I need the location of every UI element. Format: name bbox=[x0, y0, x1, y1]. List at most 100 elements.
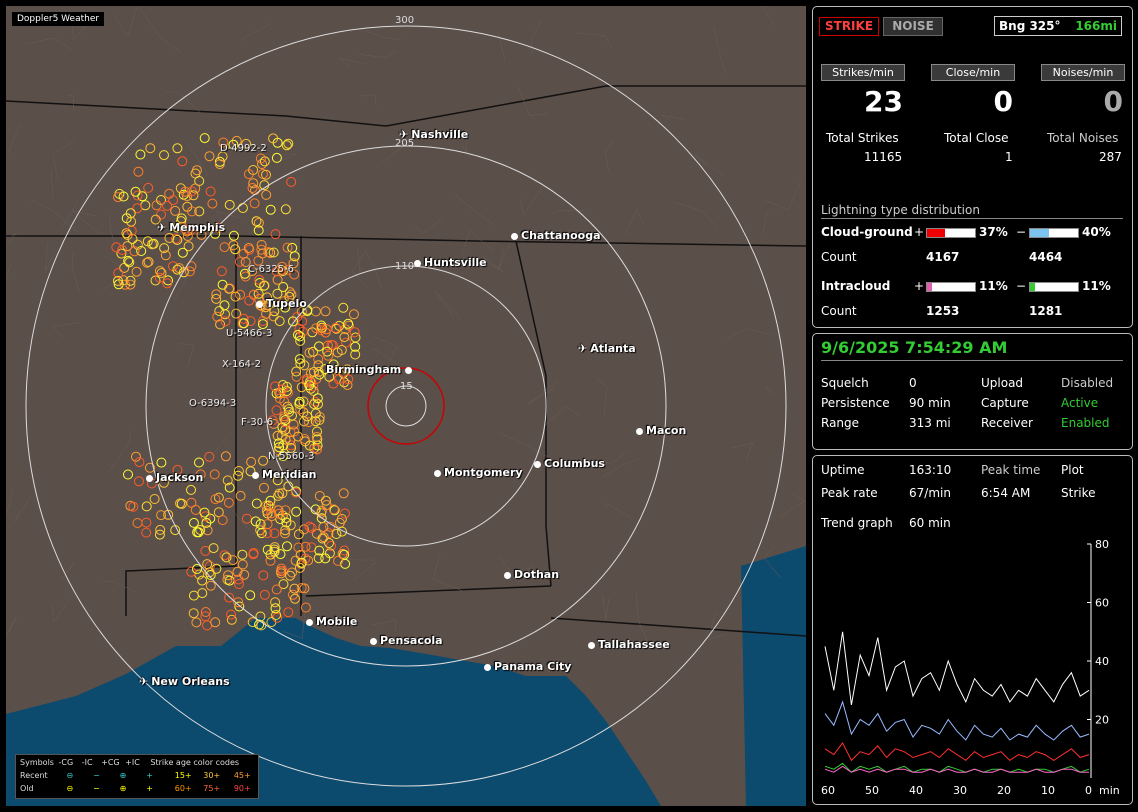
legend-recent-label: Recent bbox=[20, 771, 48, 780]
city-dothan[interactable]: Dothan bbox=[504, 568, 559, 581]
receiver-value[interactable]: Enabled bbox=[1061, 416, 1110, 430]
capture-value[interactable]: Active bbox=[1061, 396, 1098, 410]
lightning-map[interactable]: Doppler5 Weather 300 205 110 15 ✈ Nashvil… bbox=[6, 6, 806, 806]
storm-label[interactable]: X-164-2 bbox=[222, 359, 261, 370]
city-memphis[interactable]: ✈ Memphis bbox=[157, 221, 225, 234]
plot-value[interactable]: Strike bbox=[1061, 486, 1096, 500]
city-atlanta[interactable]: ✈ Atlanta bbox=[578, 342, 636, 355]
trend-chart: 80 60 40 20 60 50 40 30 20 10 0 min bbox=[821, 538, 1120, 797]
capture-label: Capture bbox=[981, 396, 1029, 410]
recent-neg-cg-icon: ⊖ bbox=[66, 771, 74, 780]
total-strikes-label: Total Strikes bbox=[826, 131, 899, 145]
symbol-legend: Symbols -CG -IC +CG +IC Strike age color… bbox=[15, 754, 259, 799]
old-neg-cg-icon: ⊖ bbox=[66, 784, 74, 793]
cg-count-label: Count bbox=[821, 250, 857, 264]
city-dot-icon bbox=[484, 663, 491, 671]
storm-label[interactable]: O-6394-3 bbox=[189, 398, 236, 409]
peak-rate-value: 67/min bbox=[909, 486, 951, 500]
peak-time-value: 6:54 AM bbox=[981, 486, 1031, 500]
airport-icon: ✈ bbox=[399, 128, 409, 141]
atlantic-water bbox=[741, 546, 806, 806]
city-dot-icon bbox=[636, 427, 643, 435]
trend-x-tick-label: 40 bbox=[909, 784, 923, 797]
city-chattanooga[interactable]: Chattanooga bbox=[511, 229, 601, 242]
legend-age-title: Strike age color codes bbox=[150, 758, 240, 767]
trend-graph-window[interactable]: 60 min bbox=[909, 516, 951, 530]
close-per-min-header: Close/min bbox=[931, 64, 1015, 81]
trend-y-tick-label: 20 bbox=[1095, 714, 1109, 727]
cg-negative-count: 4464 bbox=[1029, 250, 1063, 264]
cloud-ground-label: Cloud-ground bbox=[821, 225, 913, 239]
storm-label[interactable]: C-6325-6 bbox=[248, 264, 294, 275]
airport-icon: ✈ bbox=[139, 675, 149, 688]
age-45: 45+ bbox=[233, 771, 251, 780]
total-close-value: 1 bbox=[1005, 150, 1013, 164]
distribution-title: Lightning type distribution bbox=[821, 203, 1123, 219]
age-90: 90+ bbox=[233, 784, 251, 793]
cg-minus-sign: − bbox=[1016, 225, 1027, 239]
city-dot-icon bbox=[306, 618, 313, 626]
storm-label[interactable]: F-30-6 bbox=[241, 417, 273, 428]
city-dot-icon bbox=[534, 460, 541, 468]
map-canvas[interactable] bbox=[6, 6, 806, 806]
ic-positive-count: 1253 bbox=[926, 304, 960, 318]
intracloud-label: Intracloud bbox=[821, 279, 891, 293]
ic-negative-percent: 11% bbox=[1082, 279, 1111, 293]
city-nashville[interactable]: ✈ Nashville bbox=[399, 128, 468, 141]
total-strikes-value: 11165 bbox=[864, 150, 903, 164]
strike-stats-panel: STRIKE NOISE Bng 325° 166mi Strikes/min … bbox=[812, 6, 1133, 328]
trend-graph-label: Trend graph bbox=[821, 516, 893, 530]
upload-label: Upload bbox=[981, 376, 1024, 390]
range-value[interactable]: 313 mi bbox=[909, 416, 951, 430]
age-15: 15+ bbox=[174, 771, 192, 780]
city-montgomery[interactable]: Montgomery bbox=[434, 466, 523, 479]
trend-x-tick-label: 50 bbox=[865, 784, 879, 797]
range-label: Range bbox=[821, 416, 860, 430]
app-title: Doppler5 Weather bbox=[12, 12, 105, 26]
storm-label[interactable]: D-4992-2 bbox=[220, 143, 267, 154]
old-pos-cg-icon: ⊕ bbox=[119, 784, 127, 793]
trend-series bbox=[824, 631, 1090, 773]
trend-x-tick-label: 0 bbox=[1085, 784, 1092, 797]
city-columbus[interactable]: Columbus bbox=[534, 457, 605, 470]
trend-x-unit: min bbox=[1099, 784, 1120, 797]
city-macon[interactable]: Macon bbox=[636, 424, 686, 437]
legend-old-label: Old bbox=[20, 784, 34, 793]
persistence-value[interactable]: 90 min bbox=[909, 396, 951, 410]
city-tallahassee[interactable]: Tallahassee bbox=[588, 638, 670, 651]
old-neg-ic-icon: − bbox=[93, 784, 100, 793]
upload-value[interactable]: Disabled bbox=[1061, 376, 1113, 390]
city-mobile[interactable]: Mobile bbox=[306, 615, 357, 628]
trend-series-line-1 bbox=[824, 700, 1090, 741]
status-divider bbox=[821, 360, 1123, 361]
city-pensacola[interactable]: Pensacola bbox=[370, 634, 443, 647]
ic-plus-sign: + bbox=[914, 279, 925, 293]
strike-mode-button[interactable]: STRIKE bbox=[819, 17, 879, 36]
ic-positive-percent: 11% bbox=[979, 279, 1008, 293]
status-panel: 9/6/2025 7:54:29 AM Squelch 0 Upload Dis… bbox=[812, 333, 1133, 450]
storm-label[interactable]: U-5466-3 bbox=[226, 328, 272, 339]
trend-x-tick-label: 20 bbox=[997, 784, 1011, 797]
city-tupelo[interactable]: Tupelo bbox=[256, 297, 307, 310]
cg-positive-bar bbox=[926, 228, 976, 238]
squelch-value[interactable]: 0 bbox=[909, 376, 917, 390]
city-dot-icon bbox=[504, 571, 511, 579]
trend-series-line-0 bbox=[824, 631, 1090, 705]
city-jackson[interactable]: Jackson bbox=[146, 471, 203, 484]
city-new-orleans[interactable]: ✈ New Orleans bbox=[139, 675, 230, 688]
trend-x-tick-label: 60 bbox=[821, 784, 835, 797]
ring-label-15: 15 bbox=[400, 381, 413, 392]
ic-negative-bar bbox=[1029, 282, 1079, 292]
persistence-label: Persistence bbox=[821, 396, 890, 410]
storm-label[interactable]: N-5560-3 bbox=[268, 451, 315, 462]
city-huntsville[interactable]: Huntsville bbox=[414, 256, 487, 269]
noise-mode-button[interactable]: NOISE bbox=[883, 17, 943, 36]
city-panama-city[interactable]: Panama City bbox=[484, 660, 571, 673]
city-meridian[interactable]: Meridian bbox=[252, 468, 317, 481]
city-dot-icon bbox=[146, 474, 153, 482]
bearing-value: Bng 325° bbox=[999, 19, 1061, 33]
city-birmingham[interactable]: Birmingham bbox=[326, 363, 415, 376]
ic-count-label: Count bbox=[821, 304, 857, 318]
age-30: 30+ bbox=[203, 771, 221, 780]
trend-x-tick-label: 10 bbox=[1041, 784, 1055, 797]
